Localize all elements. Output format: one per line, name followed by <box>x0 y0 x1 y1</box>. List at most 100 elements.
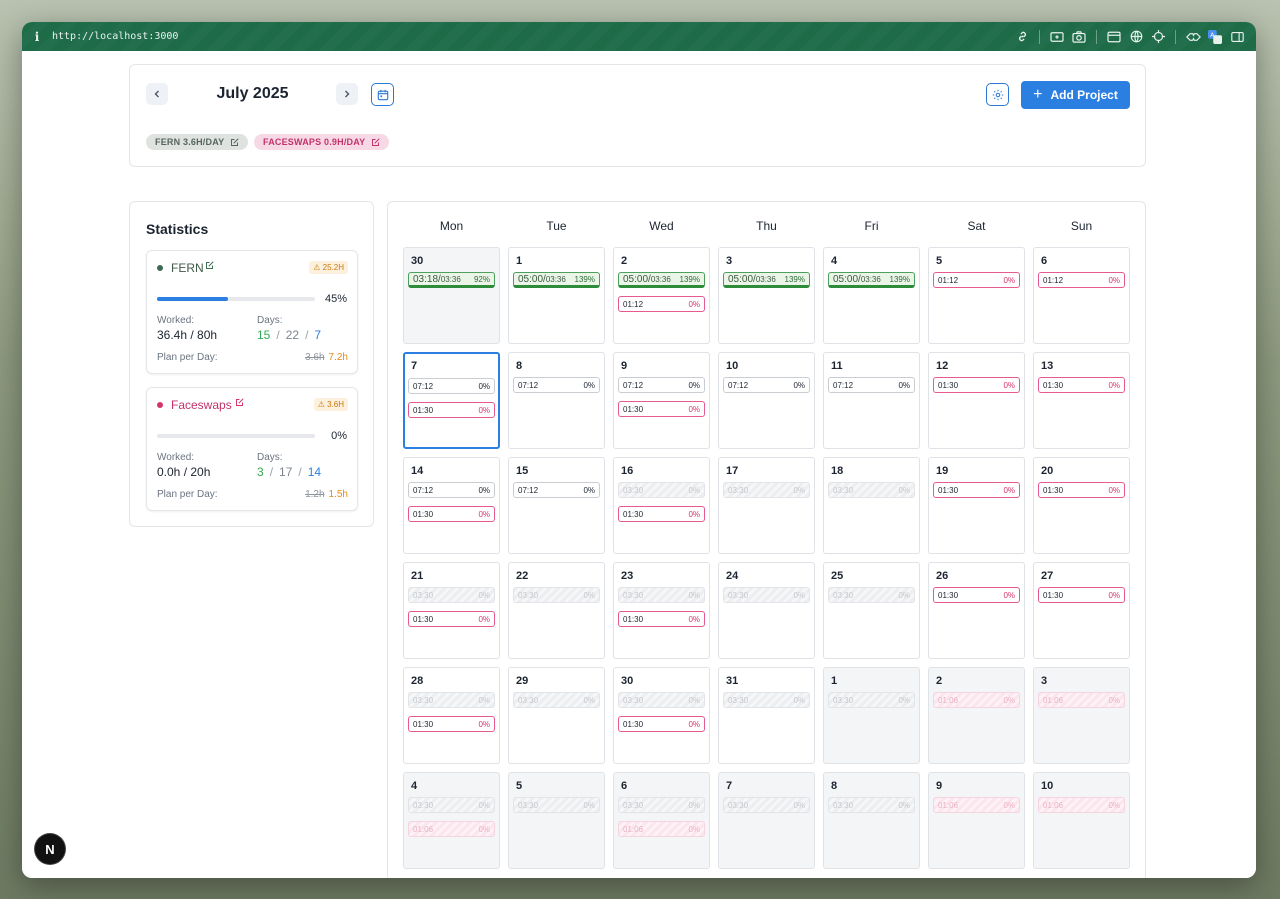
project-chip-fern[interactable]: FERN 3.6H/DAY <box>146 134 249 150</box>
time-entry[interactable]: 03:30 0% <box>408 587 495 603</box>
time-entry[interactable]: 03:30 0% <box>513 692 600 708</box>
time-entry[interactable]: 01:30 0% <box>408 611 495 627</box>
time-entry[interactable]: 01:30 0% <box>618 506 705 522</box>
time-entry[interactable]: 01:30 0% <box>1038 377 1125 393</box>
time-entry[interactable]: 03:30 0% <box>408 797 495 813</box>
day-cell[interactable]: 29 03:30 0% <box>508 667 605 764</box>
day-cell[interactable]: 8 07:12 0% <box>508 352 605 449</box>
day-cell[interactable]: 28 03:30 0% 01:30 0% <box>403 667 500 764</box>
time-entry[interactable]: 07:12 0% <box>513 482 600 498</box>
link-icon[interactable] <box>1011 28 1033 46</box>
day-cell[interactable]: 20 01:30 0% <box>1033 457 1130 554</box>
day-cell[interactable]: 9 01:06 0% <box>928 772 1025 869</box>
day-cell[interactable]: 6 01:12 0% <box>1033 247 1130 344</box>
day-cell[interactable]: 26 01:30 0% <box>928 562 1025 659</box>
prev-month-button[interactable] <box>146 83 168 105</box>
time-entry[interactable]: 03:30 0% <box>618 797 705 813</box>
time-entry[interactable]: 07:12 0% <box>408 482 495 498</box>
settings-button[interactable] <box>986 83 1009 106</box>
edit-icon[interactable] <box>235 398 244 410</box>
day-cell[interactable]: 4 05:00/03:36 139% <box>823 247 920 344</box>
time-entry[interactable]: 01:12 0% <box>933 272 1020 288</box>
time-entry[interactable]: 01:30 0% <box>1038 587 1125 603</box>
info-icon[interactable]: i <box>22 30 52 44</box>
url-text[interactable]: http://localhost:3000 <box>52 31 178 42</box>
time-entry[interactable]: 03:30 0% <box>723 482 810 498</box>
globe-icon[interactable] <box>1125 28 1147 46</box>
time-entry[interactable]: 07:12 0% <box>408 378 495 394</box>
sidebar-icon[interactable] <box>1226 28 1248 46</box>
time-entry[interactable]: 01:30 0% <box>618 716 705 732</box>
day-cell[interactable]: 10 01:06 0% <box>1033 772 1130 869</box>
day-cell[interactable]: 24 03:30 0% <box>718 562 815 659</box>
time-entry[interactable]: 07:12 0% <box>618 377 705 393</box>
translate-icon[interactable]: A <box>1204 28 1226 46</box>
edit-icon[interactable] <box>371 137 380 147</box>
time-entry[interactable]: 07:12 0% <box>723 377 810 393</box>
time-entry[interactable]: 01:06 0% <box>933 797 1020 813</box>
screenshot-icon[interactable] <box>1046 28 1068 46</box>
day-cell[interactable]: 5 03:30 0% <box>508 772 605 869</box>
day-cell[interactable]: 3 01:06 0% <box>1033 667 1130 764</box>
time-entry[interactable]: 01:12 0% <box>1038 272 1125 288</box>
time-entry[interactable]: 01:30 0% <box>618 611 705 627</box>
time-entry[interactable]: 01:06 0% <box>1038 797 1125 813</box>
time-entry[interactable]: 01:30 0% <box>933 377 1020 393</box>
time-entry[interactable]: 01:30 0% <box>933 482 1020 498</box>
day-cell[interactable]: 5 01:12 0% <box>928 247 1025 344</box>
day-cell[interactable]: 12 01:30 0% <box>928 352 1025 449</box>
day-cell[interactable]: 15 07:12 0% <box>508 457 605 554</box>
window-icon[interactable] <box>1103 28 1125 46</box>
day-cell[interactable]: 2 01:06 0% <box>928 667 1025 764</box>
day-cell[interactable]: 14 07:12 0% 01:30 0% <box>403 457 500 554</box>
camera-icon[interactable] <box>1068 28 1090 46</box>
time-entry[interactable]: 03:30 0% <box>618 692 705 708</box>
time-entry[interactable]: 03:30 0% <box>723 587 810 603</box>
day-cell[interactable]: 7 03:30 0% <box>718 772 815 869</box>
edit-icon[interactable] <box>205 261 214 273</box>
today-button[interactable] <box>371 83 394 106</box>
time-entry[interactable]: 03:30 0% <box>828 797 915 813</box>
time-entry[interactable]: 03:30 0% <box>513 587 600 603</box>
day-cell[interactable]: 10 07:12 0% <box>718 352 815 449</box>
day-cell[interactable]: 1 05:00/03:36 139% <box>508 247 605 344</box>
time-entry[interactable]: 03:30 0% <box>513 797 600 813</box>
day-cell[interactable]: 23 03:30 0% 01:30 0% <box>613 562 710 659</box>
time-entry[interactable]: 03:18/03:36 92% <box>408 272 495 288</box>
time-entry[interactable]: 03:30 0% <box>618 587 705 603</box>
crosshair-icon[interactable] <box>1147 28 1169 46</box>
time-entry[interactable]: 05:00/03:36 139% <box>723 272 810 288</box>
time-entry[interactable]: 03:30 0% <box>828 587 915 603</box>
edit-icon[interactable] <box>230 137 239 147</box>
day-cell[interactable]: 7 07:12 0% 01:30 0% <box>403 352 500 449</box>
time-entry[interactable]: 01:30 0% <box>1038 482 1125 498</box>
time-entry[interactable]: 01:06 0% <box>618 821 705 837</box>
day-cell[interactable]: 2 05:00/03:36 139% 01:12 0% <box>613 247 710 344</box>
time-entry[interactable]: 01:06 0% <box>933 692 1020 708</box>
day-cell[interactable]: 1 03:30 0% <box>823 667 920 764</box>
project-chip-faceswaps[interactable]: FACESWAPS 0.9H/DAY <box>254 134 390 150</box>
time-entry[interactable]: 01:30 0% <box>933 587 1020 603</box>
day-cell[interactable]: 9 07:12 0% 01:30 0% <box>613 352 710 449</box>
time-entry[interactable]: 03:30 0% <box>828 692 915 708</box>
day-cell[interactable]: 11 07:12 0% <box>823 352 920 449</box>
time-entry[interactable]: 03:30 0% <box>723 692 810 708</box>
extensions-icon[interactable] <box>1182 28 1204 46</box>
day-cell[interactable]: 21 03:30 0% 01:30 0% <box>403 562 500 659</box>
day-cell[interactable]: 3 05:00/03:36 139% <box>718 247 815 344</box>
time-entry[interactable]: 01:30 0% <box>408 402 495 418</box>
day-cell[interactable]: 8 03:30 0% <box>823 772 920 869</box>
day-cell[interactable]: 18 03:30 0% <box>823 457 920 554</box>
day-cell[interactable]: 16 03:30 0% 01:30 0% <box>613 457 710 554</box>
day-cell[interactable]: 25 03:30 0% <box>823 562 920 659</box>
time-entry[interactable]: 01:30 0% <box>408 716 495 732</box>
day-cell[interactable]: 30 03:18/03:36 92% <box>403 247 500 344</box>
time-entry[interactable]: 05:00/03:36 139% <box>513 272 600 288</box>
day-cell[interactable]: 17 03:30 0% <box>718 457 815 554</box>
time-entry[interactable]: 03:30 0% <box>618 482 705 498</box>
day-cell[interactable]: 4 03:30 0% 01:06 0% <box>403 772 500 869</box>
time-entry[interactable]: 01:06 0% <box>408 821 495 837</box>
time-entry[interactable]: 01:12 0% <box>618 296 705 312</box>
day-cell[interactable]: 31 03:30 0% <box>718 667 815 764</box>
time-entry[interactable]: 01:06 0% <box>1038 692 1125 708</box>
